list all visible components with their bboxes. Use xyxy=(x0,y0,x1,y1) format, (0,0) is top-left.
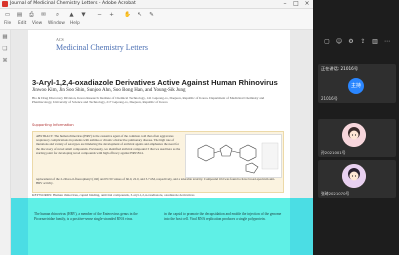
cartoon-avatar-icon xyxy=(342,123,366,147)
participant-avatar xyxy=(342,164,366,188)
left-rail: ▦ ❏ ⌘ xyxy=(0,30,11,255)
molecule-structure-icon xyxy=(197,142,279,174)
host-avatar: 主持 xyxy=(348,78,364,94)
body-column-left: The human rhinovirus (HRV), a member of … xyxy=(34,212,138,221)
paper-authors: Jinwoo Kim, Jin Soo Shin, Sunjoo Ahn, So… xyxy=(32,88,186,93)
minimize-button[interactable]: – xyxy=(280,0,290,8)
participant-avatar xyxy=(342,123,366,147)
next-pdf-page: The human rhinovirus (HRV), a member of … xyxy=(28,198,290,255)
abstract-figure xyxy=(185,134,282,178)
participant-name: 孙2021001号 xyxy=(321,150,346,155)
abstract-text: ABSTRACT: The human rhinovirus (HRV) is … xyxy=(36,134,181,155)
participant-name: 张琦2021070号 xyxy=(321,191,350,196)
print-icon[interactable]: ⎙ xyxy=(26,11,37,19)
abstract-box: ABSTRACT: The human rhinovirus (HRV) is … xyxy=(32,131,284,193)
speaker-tile[interactable]: 正在讲话: 21016号 主持 21016号 xyxy=(318,64,396,103)
maximize-button[interactable]: □ xyxy=(291,0,301,8)
participant-tile[interactable]: 孙2021001号 xyxy=(318,119,396,157)
menu-edit[interactable]: Edit xyxy=(18,21,26,26)
speaker-name: 正在讲话: 21016号 xyxy=(321,66,359,71)
journal-name: Medicinal Chemistry Letters xyxy=(56,43,148,52)
supporting-info-link[interactable]: Supporting Information xyxy=(32,123,74,127)
zoom-in-icon[interactable]: + xyxy=(106,11,117,19)
title-bar: Journal of Medicinal Chemistry Letters -… xyxy=(0,0,313,9)
cartoon-avatar-icon xyxy=(342,164,366,188)
bookmark-icon[interactable]: ❏ xyxy=(1,46,9,54)
search-icon[interactable]: ⌕ xyxy=(52,11,63,19)
participants-icon[interactable]: ☺ xyxy=(335,38,343,46)
menu-help[interactable]: Help xyxy=(70,21,80,26)
open-icon[interactable]: ▭ xyxy=(2,11,13,19)
keywords: KEYWORDS: Human rhinovirus, capsid bindi… xyxy=(32,193,195,197)
settings-icon[interactable]: ⚙ xyxy=(347,38,355,46)
layout-icon[interactable]: ▥ xyxy=(371,38,379,46)
app-logo-icon xyxy=(2,1,8,7)
lower-document-area[interactable]: The human rhinovirus (HRV), a member of … xyxy=(11,198,313,255)
menu-file[interactable]: File xyxy=(4,21,11,26)
menu-view[interactable]: View xyxy=(32,21,42,26)
share-icon[interactable]: ⇪ xyxy=(359,38,367,46)
window-title: Journal of Medicinal Chemistry Letters -… xyxy=(10,1,136,6)
participant-tile[interactable]: 张琦2021070号 xyxy=(318,160,396,198)
abstract-text-continued: replacement of the 2-chloro-6-fluorophen… xyxy=(36,177,276,186)
attachment-icon[interactable]: ⌘ xyxy=(1,58,9,66)
more-icon[interactable]: ⋯ xyxy=(383,38,391,46)
paper-affiliation: Bio & Drug Discovery Division, Korea Res… xyxy=(32,96,265,105)
body-column-right: in the capsid to promote the decapsidati… xyxy=(164,212,282,221)
journal-logo: ACS Medicinal Chemistry Letters xyxy=(56,35,148,52)
save-icon[interactable]: ▤ xyxy=(14,11,25,19)
comment-icon[interactable]: ✎ xyxy=(146,11,157,19)
toolbar: ▭ ▤ ⎙ ✉ ⌕ ▲ ▼ − + ✋ ↖ ✎ File Edit View W… xyxy=(0,9,313,30)
thumbnails-icon[interactable]: ▦ xyxy=(1,34,9,42)
menu-window[interactable]: Window xyxy=(48,21,65,26)
prev-page-icon[interactable]: ▲ xyxy=(66,11,77,19)
paper-title: 3-Aryl-1,2,4-oxadiazole Derivatives Acti… xyxy=(32,78,278,87)
speaker-mic-label: 21016号 xyxy=(321,96,338,101)
chat-icon[interactable]: ▢ xyxy=(323,38,331,46)
next-page-icon[interactable]: ▼ xyxy=(78,11,89,19)
select-icon[interactable]: ↖ xyxy=(134,11,145,19)
pdf-page: ACS Medicinal Chemistry Letters 3-Aryl-1… xyxy=(28,30,290,198)
journal-prefix: ACS xyxy=(56,37,64,42)
zoom-out-icon[interactable]: − xyxy=(94,11,105,19)
mail-icon[interactable]: ✉ xyxy=(38,11,49,19)
hand-icon[interactable]: ✋ xyxy=(122,11,133,19)
close-button[interactable]: × xyxy=(302,0,312,8)
